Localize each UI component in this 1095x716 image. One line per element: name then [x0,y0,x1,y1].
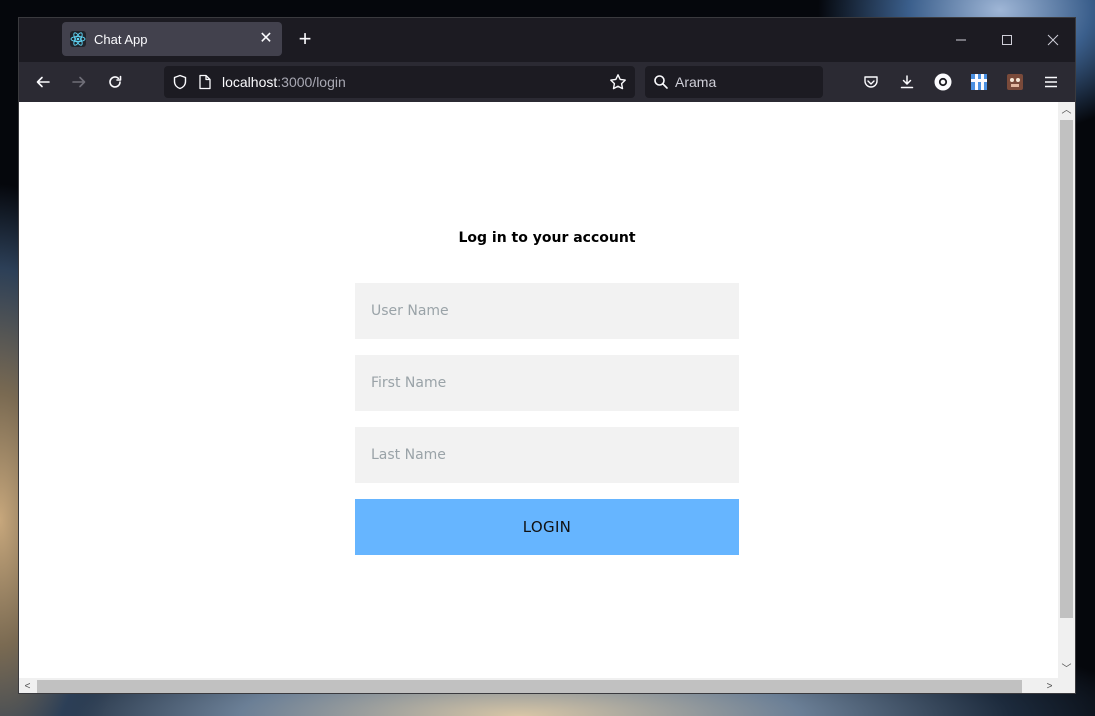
extension-o-icon[interactable] [931,70,955,94]
scroll-right-icon[interactable]: > [1041,678,1058,693]
bookmark-star-icon[interactable] [609,73,627,91]
scroll-up-icon[interactable]: ︿ [1058,102,1075,119]
extension-grid-icon[interactable] [967,70,991,94]
menu-icon[interactable] [1039,70,1063,94]
url-bar[interactable]: localhost:3000/login [164,66,635,98]
lastname-input[interactable] [355,427,739,483]
back-arrow-icon[interactable] [31,70,55,94]
scroll-down-icon[interactable]: ﹀ [1058,661,1075,678]
download-icon[interactable] [895,70,919,94]
close-icon[interactable] [1041,28,1065,52]
tab-close-icon[interactable]: ✕ [258,31,274,47]
new-tab-button[interactable]: + [295,28,315,50]
minimize-icon[interactable] [949,28,973,52]
form-title: Log in to your account [458,230,636,246]
tab-title: Chat App [94,31,148,47]
extension-avatar-icon[interactable] [1003,70,1027,94]
firstname-input[interactable] [355,355,739,411]
react-icon [70,31,86,47]
url-path: :3000/login [277,74,346,90]
maximize-icon[interactable] [995,28,1019,52]
login-button[interactable]: LOGIN [355,499,739,555]
search-icon [653,74,669,90]
tab-chat-app[interactable]: Chat App ✕ [62,22,282,56]
browser-window: Chat App ✕ + localhost:3000/login Arama… [18,17,1076,694]
navigation-bar: localhost:3000/login [19,62,1075,102]
search-input[interactable] [675,74,805,90]
pocket-icon[interactable] [859,70,883,94]
reload-icon[interactable] [103,70,127,94]
url-host: localhost [222,74,278,90]
forward-arrow-icon[interactable] [67,70,91,94]
scrollbar-corner [1058,678,1075,693]
vertical-scroll-thumb[interactable] [1060,120,1073,618]
username-input[interactable] [355,283,739,339]
vertical-scrollbar[interactable]: ︿ ﹀ [1058,102,1075,678]
tab-strip: Chat App ✕ + [19,18,1075,62]
page-info-icon[interactable] [198,74,212,90]
scroll-left-icon[interactable]: < [19,678,36,693]
horizontal-scrollbar[interactable]: < > [19,678,1058,693]
search-bar[interactable] [645,66,823,98]
page-content: Log in to your account LOGIN [19,102,1058,678]
tracking-shield-icon[interactable] [172,74,188,90]
horizontal-scroll-thumb[interactable] [37,680,1022,693]
